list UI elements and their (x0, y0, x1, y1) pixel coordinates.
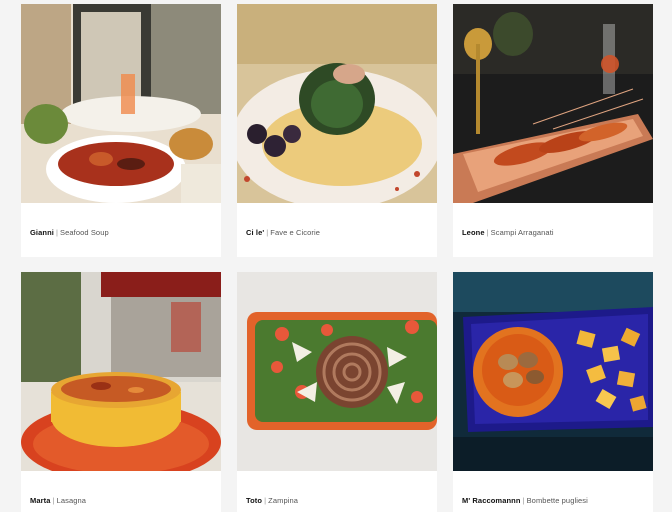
dish-caption: Ci le' | Fave e Cicorie (237, 203, 437, 237)
gallery-card[interactable]: Leone | Scampi Arraganati (453, 4, 653, 257)
dish-caption: Leone | Scampi Arraganati (453, 203, 653, 237)
dish-name: Fave e Cicorie (270, 228, 321, 237)
restaurant-name: Marta (30, 496, 51, 505)
caption-separator: | (486, 228, 489, 237)
gallery-card[interactable]: Ci le' | Fave e Cicorie (237, 4, 437, 257)
caption-separator: | (55, 228, 58, 237)
dish-caption: Marta | Lasagna (21, 471, 221, 505)
dish-name: Seafood Soup (60, 228, 109, 237)
caption-separator: | (52, 496, 55, 505)
dish-name: Lasagna (56, 496, 87, 505)
restaurant-name: M' Raccomannn (462, 496, 521, 505)
caption-separator: | (264, 496, 267, 505)
food-gallery: Gianni | Seafood Soup Ci le' | Fave e Ci… (21, 4, 653, 512)
restaurant-name: Toto (246, 496, 263, 505)
dish-name: Zampina (268, 496, 299, 505)
dish-photo[interactable] (237, 272, 437, 471)
dish-caption: Toto | Zampina (237, 471, 437, 505)
restaurant-name: Ci le' (246, 228, 265, 237)
dish-photo[interactable] (453, 272, 653, 471)
dish-photo[interactable] (237, 4, 437, 203)
gallery-card[interactable]: Marta | Lasagna (21, 272, 221, 512)
caption-separator: | (522, 496, 525, 505)
dish-caption: Gianni | Seafood Soup (21, 203, 221, 237)
dish-caption: M' Raccomannn | Bombette pugliesi (453, 471, 653, 505)
caption-separator: | (266, 228, 269, 237)
dish-photo[interactable] (453, 4, 653, 203)
dish-photo[interactable] (21, 4, 221, 203)
restaurant-name: Gianni (30, 228, 54, 237)
restaurant-name: Leone (462, 228, 485, 237)
dish-name: Scampi Arraganati (490, 228, 554, 237)
dish-photo[interactable] (21, 272, 221, 471)
dish-name: Bombette pugliesi (526, 496, 588, 505)
gallery-card[interactable]: Gianni | Seafood Soup (21, 4, 221, 257)
gallery-card[interactable]: Toto | Zampina (237, 272, 437, 512)
gallery-card[interactable]: M' Raccomannn | Bombette pugliesi (453, 272, 653, 512)
